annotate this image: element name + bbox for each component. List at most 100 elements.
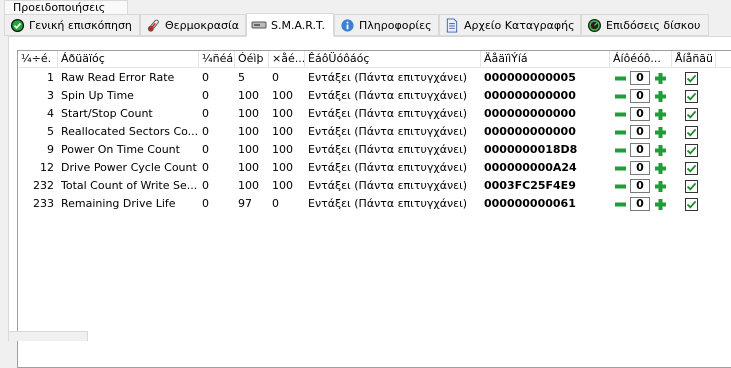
table-row[interactable]: 9 Power On Time Count 0 100 100 Εντάξει (Πάντ… <box>18 141 731 159</box>
cell-status: Εντάξει (Πάντα επιτυγχάνει) <box>308 125 468 138</box>
tab-disk-performance[interactable]: Επιδόσεις δίσκου <box>581 14 709 36</box>
offset-stepper: 0 <box>612 71 668 85</box>
table-row[interactable]: 12 Drive Power Cycle Count 0 100 100 Εντάξει … <box>18 159 731 177</box>
tab-info[interactable]: Πληροφορίες <box>334 14 439 36</box>
bottom-tab-stub[interactable] <box>8 331 88 341</box>
column-header-attribute[interactable]: Áðüäïóç <box>58 51 199 68</box>
tab-temperature-label: Θερμοκρασία <box>165 18 239 32</box>
enabled-checkbox[interactable] <box>685 126 698 139</box>
plus-icon[interactable] <box>652 197 668 211</box>
cell-status: Εντάξει (Πάντα επιτυγχάνει) <box>308 89 468 102</box>
cell-status: Εντάξει (Πάντα επιτυγχάνει) <box>308 71 468 84</box>
plus-icon[interactable] <box>652 179 668 193</box>
enabled-checkbox[interactable] <box>685 162 698 175</box>
cell-status: Εντάξει (Πάντα επιτυγχάνει) <box>308 161 468 174</box>
cell-raw: 0000000018D8 <box>484 143 578 156</box>
column-header-raw[interactable]: ÄåäïìÝíá <box>481 51 610 68</box>
offset-stepper: 0 <box>612 125 668 139</box>
offset-stepper: 0 <box>612 197 668 211</box>
minus-icon[interactable] <box>612 143 628 157</box>
checkmark-icon <box>686 92 697 101</box>
offset-value[interactable]: 0 <box>630 179 650 193</box>
info-icon <box>339 17 355 33</box>
offset-value[interactable]: 0 <box>630 125 650 139</box>
minus-icon[interactable] <box>612 179 628 193</box>
cell-worst: 97 <box>238 197 252 210</box>
cell-raw: 000000000000 <box>484 125 576 138</box>
column-header-threshold[interactable]: ×åé... <box>269 51 305 68</box>
offset-value[interactable]: 0 <box>630 161 650 175</box>
column-header-status[interactable]: ÊáôÜóôáóç <box>305 51 481 68</box>
enabled-checkbox[interactable] <box>685 198 698 211</box>
enabled-checkbox[interactable] <box>685 72 698 85</box>
tab-disk-performance-label: Επιδόσεις δίσκου <box>606 18 701 32</box>
plus-icon[interactable] <box>652 143 668 157</box>
column-header-id[interactable]: ¼÷é. <box>18 51 58 68</box>
offset-stepper: 0 <box>612 107 668 121</box>
cell-value: 0 <box>202 89 209 102</box>
cell-id: 3 <box>47 89 54 102</box>
plus-icon[interactable] <box>652 89 668 103</box>
minus-icon[interactable] <box>612 89 628 103</box>
table-row[interactable]: 232 Total Count of Write Se... 0 100 100 Εντά… <box>18 177 731 195</box>
minus-icon[interactable] <box>612 107 628 121</box>
column-header-value[interactable]: ¼ñéá <box>199 51 235 68</box>
thermometer-icon <box>145 17 161 33</box>
tab-log-label: Αρχείο Καταγραφής <box>464 18 575 32</box>
plus-icon[interactable] <box>652 107 668 121</box>
offset-value[interactable]: 0 <box>630 197 650 211</box>
offset-value[interactable]: 0 <box>630 143 650 157</box>
cell-status: Εντάξει (Πάντα επιτυγχάνει) <box>308 143 468 156</box>
offset-value[interactable]: 0 <box>630 89 650 103</box>
minus-icon[interactable] <box>612 125 628 139</box>
column-header-offset[interactable]: Áíôéóô... <box>610 51 672 68</box>
cell-value: 0 <box>202 179 209 192</box>
main-tabbar: Γενική επισκόπηση Θερμοκρασία S.M.A.R.T.… <box>0 13 731 37</box>
tab-smart[interactable]: S.M.A.R.T. <box>246 13 334 37</box>
cell-attribute: Remaining Drive Life <box>61 197 176 210</box>
checkmark-icon <box>686 200 697 209</box>
cell-id: 12 <box>40 161 54 174</box>
cell-id: 4 <box>47 107 54 120</box>
cell-attribute: Drive Power Cycle Count <box>61 161 197 174</box>
offset-stepper: 0 <box>612 89 668 103</box>
cell-worst: 100 <box>238 125 259 138</box>
checkmark-icon <box>686 74 697 83</box>
cell-threshold: 100 <box>272 161 293 174</box>
cell-id: 232 <box>33 179 54 192</box>
minus-icon[interactable] <box>612 71 628 85</box>
offset-value[interactable]: 0 <box>630 71 650 85</box>
cell-value: 0 <box>202 161 209 174</box>
plus-icon[interactable] <box>652 161 668 175</box>
checkmark-icon <box>686 164 697 173</box>
green-check-circle-icon <box>9 17 25 33</box>
table-row[interactable]: 4 Start/Stop Count 0 100 100 Εντάξει (Πάντα ε… <box>18 105 731 123</box>
log-file-icon <box>444 17 460 33</box>
cell-threshold: 0 <box>272 197 279 210</box>
enabled-checkbox[interactable] <box>685 108 698 121</box>
plus-icon[interactable] <box>652 125 668 139</box>
table-row[interactable]: 1 Raw Read Error Rate 0 5 0 Εντάξει (Πάντα επ… <box>18 69 731 87</box>
table-row[interactable]: 3 Spin Up Time 0 100 100 Εντάξει (Πάντα επιτυ… <box>18 87 731 105</box>
tab-overview[interactable]: Γενική επισκόπηση <box>4 14 140 36</box>
tab-temperature[interactable]: Θερμοκρασία <box>140 14 246 36</box>
plus-icon[interactable] <box>652 71 668 85</box>
tab-log[interactable]: Αρχείο Καταγραφής <box>439 14 581 36</box>
enabled-checkbox[interactable] <box>685 144 698 157</box>
enabled-checkbox[interactable] <box>685 180 698 193</box>
cell-status: Εντάξει (Πάντα επιτυγχάνει) <box>308 179 468 192</box>
cell-raw: 0003FC25F4E9 <box>484 179 576 192</box>
offset-value[interactable]: 0 <box>630 107 650 121</box>
cell-value: 0 <box>202 143 209 156</box>
column-header-enabled[interactable]: Åíåñãü <box>672 51 716 68</box>
cell-attribute: Reallocated Sectors Co... <box>61 125 199 138</box>
minus-icon[interactable] <box>612 197 628 211</box>
column-header-worst[interactable]: Óéìþ <box>235 51 269 68</box>
table-row[interactable]: 233 Remaining Drive Life 0 97 0 Εντάξει (Πάντ… <box>18 195 731 213</box>
table-row[interactable]: 5 Reallocated Sectors Co... 0 100 100 Εντάξει… <box>18 123 731 141</box>
minus-icon[interactable] <box>612 161 628 175</box>
cell-attribute: Raw Read Error Rate <box>61 71 175 84</box>
tab-smart-label: S.M.A.R.T. <box>271 18 325 32</box>
enabled-checkbox[interactable] <box>685 90 698 103</box>
tab-info-label: Πληροφορίες <box>359 18 432 32</box>
